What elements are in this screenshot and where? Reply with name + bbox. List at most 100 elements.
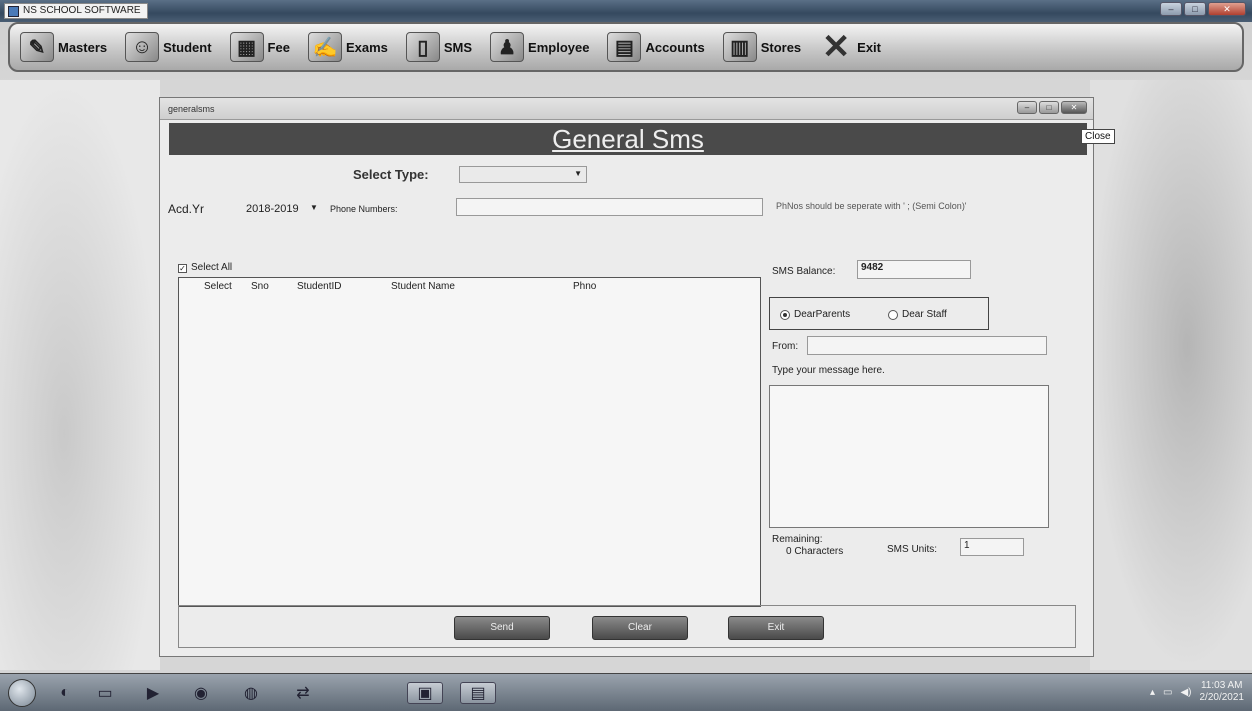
desktop-background-left — [0, 80, 160, 670]
select-type-value — [460, 168, 463, 179]
remaining-label: Remaining: — [772, 534, 823, 545]
menu-label: Exams — [345, 39, 388, 55]
column-select[interactable]: Select — [204, 281, 232, 292]
menu-sms[interactable]: ▯ SMS — [405, 32, 473, 62]
exams-icon: ✍ — [307, 32, 342, 62]
menu-label: Fee — [267, 39, 290, 55]
word-taskbar-icon[interactable]: ▤ — [460, 682, 496, 704]
radio-selected-icon — [780, 309, 790, 320]
menu-student[interactable]: ☺ Student — [125, 32, 212, 62]
stores-icon: ▥ — [722, 32, 757, 62]
sms-units-label: SMS Units: — [887, 544, 938, 555]
acd-yr-label: Acd.Yr — [168, 202, 205, 216]
remaining-count: 0 Characters — [786, 546, 844, 557]
menu-fee[interactable]: ▦ Fee — [229, 32, 290, 62]
message-label: Type your message here. — [772, 365, 885, 376]
clear-button[interactable]: Clear — [592, 616, 688, 640]
menu-label: SMS — [443, 39, 473, 55]
window-minimize-button[interactable]: – — [1017, 101, 1037, 114]
phone-numbers-input[interactable] — [456, 198, 763, 216]
sms-icon: ▯ — [405, 32, 440, 62]
clock[interactable]: 11:03 AM 2/20/2021 — [1200, 680, 1245, 704]
menu-accounts[interactable]: ▤ Accounts — [607, 32, 705, 62]
employee-icon: ♟ — [490, 32, 525, 62]
chevron-down-icon: ▼ — [574, 169, 582, 178]
from-input[interactable] — [807, 336, 1047, 355]
app-minimize-button[interactable]: – — [1160, 2, 1182, 16]
column-studentid[interactable]: StudentID — [297, 281, 341, 292]
app-maximize-button[interactable]: □ — [1184, 2, 1206, 16]
window-titlebar: generalsms – □ ✕ — [160, 98, 1093, 120]
sms-balance-field: 9482 — [857, 260, 971, 279]
app-icon[interactable]: ◍ — [238, 682, 264, 704]
window-title: generalsms — [168, 104, 215, 114]
window-controls: – □ ✕ — [1017, 101, 1087, 114]
select-all-label: Select All — [191, 262, 233, 273]
chrome-icon[interactable]: ◉ — [188, 682, 214, 704]
accounts-icon: ▤ — [607, 32, 642, 62]
clock-date: 2/20/2021 — [1199, 692, 1245, 703]
teamviewer-icon[interactable]: ⇄ — [290, 682, 316, 704]
menu-stores[interactable]: ▥ Stores — [722, 32, 802, 62]
browser-icon[interactable]: ◐ — [52, 682, 78, 704]
media-player-icon[interactable]: ▶ — [140, 682, 166, 704]
select-type-label: Select Type: — [353, 167, 429, 182]
start-button[interactable] — [8, 679, 36, 707]
window-maximize-button[interactable]: □ — [1039, 101, 1059, 114]
select-all-checkbox[interactable]: ✓ Select All — [178, 262, 232, 273]
window-close-button[interactable]: ✕ — [1061, 101, 1087, 114]
menu-employee[interactable]: ♟ Employee — [490, 32, 589, 62]
general-sms-window: generalsms – □ ✕ General Sms Select Type… — [159, 97, 1094, 657]
exit-icon: ✕ — [821, 28, 851, 66]
acd-yr-dropdown[interactable]: 2018-2019 — [246, 203, 299, 215]
radio-dear-staff[interactable]: Dear Staff — [888, 309, 947, 320]
menu-exit[interactable]: ✕ Exit — [819, 28, 881, 66]
phone-numbers-label: Phone Numbers: — [330, 204, 398, 214]
students-icon: ☺ — [125, 32, 160, 62]
students-grid[interactable]: Select Sno StudentID Student Name Phno — [178, 277, 761, 607]
sms-units-field: 1 — [960, 538, 1024, 556]
radio-label: DearParents — [794, 309, 851, 320]
grid-header: Select Sno StudentID Student Name Phno — [179, 278, 760, 294]
acd-yr-chevron-icon[interactable]: ▼ — [310, 203, 318, 212]
from-label: From: — [772, 341, 799, 352]
app-title: NS SCHOOL SOFTWARE — [4, 3, 148, 19]
message-textarea[interactable] — [769, 385, 1049, 528]
menu-label: Employee — [528, 39, 590, 55]
exit-button[interactable]: Exit — [728, 616, 824, 640]
menu-label: Masters — [58, 39, 108, 55]
column-sno[interactable]: Sno — [251, 281, 269, 292]
volume-icon[interactable]: ◀) — [1180, 687, 1191, 698]
ns-school-taskbar-icon[interactable]: ▣ — [407, 682, 443, 704]
desktop-background-right — [1090, 80, 1252, 670]
app-icon — [8, 6, 19, 17]
menu-exams[interactable]: ✍ Exams — [307, 32, 388, 62]
masters-icon: ✎ — [20, 32, 54, 62]
radio-dear-parents[interactable]: DearParents — [780, 309, 850, 320]
column-phno[interactable]: Phno — [573, 281, 596, 292]
phone-hint: PhNos should be seperate with ' ; (Semi … — [776, 201, 967, 211]
clock-time: 11:03 AM — [1200, 680, 1243, 691]
column-student-name[interactable]: Student Name — [391, 281, 455, 292]
fee-chart-icon: ▦ — [229, 32, 264, 62]
menu-label: Exit — [857, 39, 881, 55]
system-tray: ▴ ▭ ◀) 11:03 AM 2/20/2021 — [1150, 680, 1244, 704]
tray-arrow-icon[interactable]: ▴ — [1150, 687, 1155, 698]
select-type-dropdown[interactable]: ▼ — [459, 166, 587, 183]
main-menu-bar: ✎ Masters ☺ Student ▦ Fee ✍ Exams ▯ SMS … — [8, 22, 1244, 72]
menu-label: Student — [163, 39, 212, 55]
sms-balance-label: SMS Balance: — [772, 266, 836, 277]
form-header: General Sms — [169, 123, 1087, 155]
app-close-button[interactable]: ✕ — [1208, 2, 1246, 16]
form-title: General Sms — [552, 124, 704, 154]
checkbox-checked-icon: ✓ — [178, 264, 187, 273]
taskbar: ◐ ▭ ▶ ◉ ◍ ⇄ ▣ ▤ ▴ ▭ ◀) 11:03 AM 2/20/202… — [0, 673, 1252, 711]
send-button[interactable]: Send — [454, 616, 550, 640]
radio-unselected-icon — [888, 309, 898, 320]
menu-label: Stores — [760, 39, 802, 55]
folder-icon[interactable]: ▭ — [92, 682, 118, 704]
radio-label: Dear Staff — [902, 309, 947, 320]
menu-masters[interactable]: ✎ Masters — [20, 32, 107, 62]
app-titlebar: NS SCHOOL SOFTWARE – □ ✕ — [0, 0, 1252, 22]
network-icon[interactable]: ▭ — [1163, 687, 1172, 698]
